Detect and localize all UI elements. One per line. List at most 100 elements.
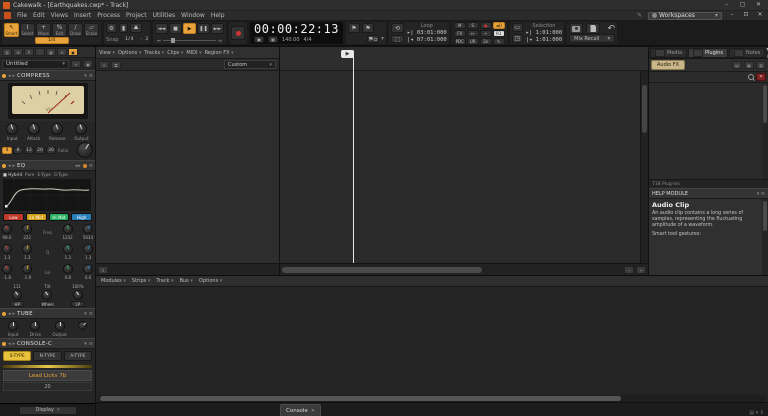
tvmenu-options[interactable]: Options ▾ [118, 50, 141, 56]
knob-output[interactable] [75, 123, 87, 135]
filter-button-hp[interactable]: HP [10, 301, 24, 307]
eq-band-hi-mid[interactable]: Hi Mid [49, 213, 70, 221]
knob-release[interactable] [51, 123, 63, 135]
browser-tab-notes[interactable]: Notes [729, 48, 765, 58]
drywet-knob[interactable] [77, 142, 93, 158]
time-ruler[interactable]: ▶ [280, 47, 648, 71]
mix-button-m[interactable]: M [454, 22, 466, 29]
display-dropdown[interactable]: Display▾ [19, 406, 77, 415]
mix-button-[interactable]: ● [480, 22, 492, 29]
next-icon[interactable]: ▸ [13, 73, 16, 79]
loop-start[interactable]: ▸| 03:01:000 [407, 30, 447, 36]
layout-list-icon[interactable]: ▤ [732, 61, 742, 69]
tvmenu-clips[interactable]: Clips ▾ [167, 50, 183, 56]
eq-graph[interactable] [0, 178, 95, 212]
knob[interactable] [22, 224, 32, 234]
comp-knob-release[interactable]: Release [49, 123, 65, 141]
eq-knob-q-0[interactable]: 1.3 [2, 244, 12, 260]
knob-drive[interactable] [30, 321, 40, 331]
mix-button-[interactable]: ÷ [480, 30, 492, 37]
mix-button-[interactable]: ✎ [493, 38, 505, 45]
loop-toggle-button[interactable]: ⟲ [391, 23, 404, 33]
comp-knob-output[interactable]: Output [74, 123, 89, 141]
playhead[interactable] [353, 51, 354, 263]
knob[interactable] [22, 244, 32, 254]
knob[interactable] [63, 264, 73, 274]
menu-help[interactable]: Help [211, 12, 225, 19]
play-button[interactable]: ▶ [183, 23, 196, 34]
stop-button[interactable]: ■ [169, 23, 182, 34]
eq-flat-icon[interactable]: ▸▸ [76, 163, 81, 169]
tube-knob-drive[interactable]: Drive [30, 321, 41, 337]
eq-knob-lvl-1[interactable]: -1.9 [22, 264, 32, 280]
tube-knob-output[interactable]: Output [52, 321, 67, 337]
punch-auto-icon[interactable]: ⚑▫ [367, 35, 379, 43]
preset-dropdown[interactable]: Untitled▾ [2, 60, 69, 69]
clips-hscrollbar[interactable]: – + [280, 263, 648, 275]
rewind-button[interactable]: ◄◄ [155, 23, 168, 34]
knob-wheel[interactable] [42, 290, 52, 300]
tvmenu-region-fx[interactable]: Region FX ▾ [205, 50, 234, 56]
menu-edit[interactable]: Edit [33, 12, 45, 19]
clips-pane[interactable] [280, 71, 648, 263]
inspector-icon-6[interactable]: ▣ [68, 48, 78, 56]
compressor-menu-icon[interactable]: ≡ [89, 73, 93, 79]
knob-input[interactable] [6, 123, 18, 135]
zoom-in-icon[interactable]: + [636, 266, 646, 274]
knob[interactable] [83, 224, 93, 234]
eq-filter-lp[interactable]: 100%LP [71, 284, 85, 307]
menu-process[interactable]: Process [97, 12, 120, 19]
inspector-icon-5[interactable]: ≋ [57, 48, 67, 56]
layout-folder-icon[interactable]: ▦ [744, 61, 754, 69]
clear-search-button[interactable]: ✕ [756, 73, 766, 81]
eq-type-hybrid[interactable]: ■ Hybrid [3, 172, 22, 177]
eq-knob-freq-0[interactable]: 98.0 [2, 224, 12, 240]
tree-scrollbar[interactable] [762, 83, 768, 179]
tvmenu-tracks[interactable]: Tracks ▾ [144, 50, 164, 56]
undo-icon[interactable]: ↶ [607, 24, 615, 34]
menu-insert[interactable]: Insert [74, 12, 91, 19]
compressor-header[interactable]: ◂▸ COMPRESS ▾≡ [0, 70, 95, 81]
snap-value[interactable]: 1/4 [125, 37, 133, 43]
track-control-preset-dropdown[interactable]: Custom▾ [224, 60, 276, 69]
inspector-icon-0[interactable]: ▥ [2, 48, 12, 56]
menu-project[interactable]: Project [126, 12, 147, 19]
console-type-n-type[interactable]: N-TYPE [33, 351, 61, 361]
eq-type-pure[interactable]: Pure [25, 172, 34, 177]
tool-select[interactable]: ISelect [20, 23, 35, 37]
doc-restore-button[interactable]: ⊡ [742, 11, 750, 20]
eq-knob-freq-3[interactable]: 5634 [83, 224, 93, 240]
eq-knob-q-1[interactable]: 1.3 [22, 244, 32, 260]
compressor-caret-icon[interactable]: ▾ [84, 73, 87, 79]
consolemenu-strips[interactable]: Strips ▾ [132, 278, 150, 284]
prev-icon[interactable]: ◂ [8, 73, 11, 79]
close-button[interactable]: ✕ [752, 1, 765, 10]
record-button[interactable] [231, 26, 245, 40]
eq-menu-icon[interactable]: ≡ [89, 163, 93, 169]
knob[interactable] [2, 264, 12, 274]
doc-minimize-button[interactable]: – [728, 11, 736, 20]
eq-knob-q-2[interactable]: 1.3 [63, 244, 73, 260]
mix-button-s[interactable]: S [467, 22, 479, 29]
mix-button-pdc[interactable]: PDC [454, 38, 466, 45]
eq-filter-hp[interactable]: 111HP [10, 284, 24, 307]
eq-knob-lvl-0[interactable]: -1.8 [2, 264, 12, 280]
knob[interactable] [22, 264, 32, 274]
export-button[interactable] [586, 23, 600, 34]
fast-forward-button[interactable]: ►► [211, 23, 224, 34]
tempo-value[interactable]: 140.00 [282, 37, 300, 43]
workspaces-dropdown[interactable]: Workspaces ▾ [648, 12, 722, 20]
eq-band-low[interactable]: Low [3, 213, 24, 221]
consolemenu-bus[interactable]: Bus ▾ [180, 278, 193, 284]
marks-icon[interactable]: ⛰ [130, 23, 142, 33]
hscroll-thumb[interactable] [282, 267, 482, 273]
selection-end[interactable]: |◂ 1:01:000 [526, 37, 562, 43]
search-icon[interactable] [748, 74, 754, 80]
preset-save-icon[interactable]: + [71, 60, 81, 68]
inspector-icon-2[interactable]: A [24, 48, 34, 56]
knob-attack[interactable] [28, 123, 40, 135]
loop-end[interactable]: |◂ 07:01:000 [407, 37, 447, 43]
meter-value[interactable]: 4/4 [304, 37, 312, 43]
help-module-header[interactable]: HELP MODULE ▾ ≡ [649, 188, 768, 199]
time-format-icon[interactable]: ▣ [254, 36, 264, 43]
